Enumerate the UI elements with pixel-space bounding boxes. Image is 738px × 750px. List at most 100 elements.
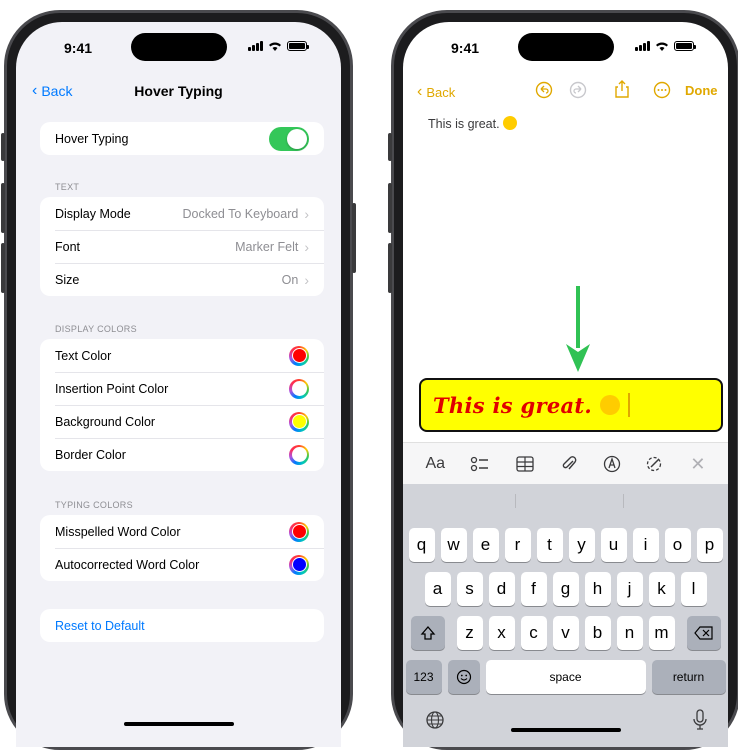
redo-icon[interactable] (569, 81, 587, 99)
key-row-4: 123 space return (403, 660, 728, 694)
hover-typing-toggle[interactable] (269, 126, 309, 151)
row-label: Border Color (55, 447, 126, 462)
key[interactable]: i (632, 528, 659, 562)
shift-key[interactable] (410, 616, 445, 650)
row-label: Background Color (55, 414, 156, 429)
key[interactable]: u (600, 528, 627, 562)
volume-down-button (1, 243, 5, 293)
row-label: Size (55, 272, 80, 287)
key-row-1: q w e r t y u i o p (403, 528, 728, 562)
key[interactable]: s (456, 572, 483, 606)
insertion-point-color-row[interactable]: Insertion Point Color (40, 372, 324, 405)
notes-toolbar: ‹ Back Done (403, 80, 728, 104)
down-arrow-icon (566, 286, 590, 372)
reset-row[interactable]: Reset to Default (40, 609, 324, 642)
more-options-icon[interactable] (653, 81, 671, 99)
key[interactable]: a (424, 572, 451, 606)
numbers-key[interactable]: 123 (405, 660, 442, 694)
display-colors-group: Text Color Insertion Point Color Backgro… (40, 339, 324, 471)
key[interactable]: m (648, 616, 675, 650)
battery-icon (674, 41, 696, 51)
color-well[interactable] (289, 444, 309, 465)
markup-icon[interactable] (603, 455, 621, 473)
key[interactable]: d (488, 572, 515, 606)
color-well[interactable] (289, 378, 309, 399)
color-well[interactable] (289, 554, 309, 575)
key[interactable]: e (472, 528, 499, 562)
suggestion-bar (403, 484, 728, 516)
note-text: This is great. (428, 117, 500, 131)
key[interactable]: v (552, 616, 579, 650)
key[interactable]: x (488, 616, 515, 650)
key[interactable]: c (520, 616, 547, 650)
key[interactable]: p (696, 528, 723, 562)
undo-icon[interactable] (535, 81, 553, 99)
border-color-row[interactable]: Border Color (40, 438, 324, 471)
smiling-face-emoji-icon (600, 395, 621, 415)
background-color-row[interactable]: Background Color (40, 405, 324, 438)
space-key[interactable]: space (485, 660, 646, 694)
emoji-key[interactable] (447, 660, 480, 694)
autocorrected-word-color-row[interactable]: Autocorrected Word Color (40, 548, 324, 581)
hover-typing-label: Hover Typing (55, 131, 129, 146)
row-label: Autocorrected Word Color (55, 557, 200, 572)
reset-to-default-button[interactable]: Reset to Default (55, 619, 145, 633)
back-button[interactable]: ‹ Back (417, 83, 455, 101)
key[interactable]: w (440, 528, 467, 562)
share-icon[interactable] (613, 79, 631, 99)
microphone-icon[interactable] (693, 709, 707, 731)
key[interactable]: q (408, 528, 435, 562)
checklist-icon[interactable] (470, 455, 490, 473)
close-icon[interactable]: ✕ (690, 454, 705, 475)
key[interactable]: n (616, 616, 643, 650)
paperclip-icon[interactable] (560, 455, 578, 473)
format-toolbar: Aa ✕ (403, 442, 728, 485)
color-well[interactable] (289, 521, 309, 542)
hover-typing-group: Hover Typing (40, 122, 324, 155)
row-value: On (281, 272, 299, 287)
key[interactable]: b (584, 616, 611, 650)
right-phone-frame: 9:41 ‹ Back Done This is great. This is … (388, 10, 738, 750)
key[interactable]: l (680, 572, 707, 606)
table-icon[interactable] (515, 455, 535, 473)
key-row-3: z x c v b n m (403, 616, 728, 650)
volume-up-button (1, 183, 5, 233)
size-row[interactable]: Size On › (40, 263, 324, 296)
typing-colors-header: TYPING COLORS (55, 500, 133, 510)
key[interactable]: j (616, 572, 643, 606)
cellular-signal-icon (248, 41, 263, 51)
hover-typing-row: Hover Typing (40, 122, 324, 155)
reset-group: Reset to Default (40, 609, 324, 642)
key[interactable]: g (552, 572, 579, 606)
text-style-button[interactable]: Aa (425, 455, 445, 473)
key[interactable]: o (664, 528, 691, 562)
key[interactable]: r (504, 528, 531, 562)
key[interactable]: f (520, 572, 547, 606)
emoji-icon (456, 669, 471, 685)
done-button[interactable]: Done (685, 83, 718, 98)
return-key[interactable]: return (651, 660, 726, 694)
delete-key[interactable] (686, 616, 721, 650)
color-well[interactable] (289, 411, 309, 432)
chevron-right-icon: › (304, 238, 309, 255)
key[interactable]: h (584, 572, 611, 606)
font-row[interactable]: Font Marker Felt › (40, 230, 324, 263)
home-indicator (123, 722, 234, 726)
battery-icon (287, 41, 309, 51)
color-well[interactable] (289, 345, 309, 366)
wifi-icon (269, 42, 281, 51)
display-mode-row[interactable]: Display Mode Docked To Keyboard › (40, 197, 324, 230)
keyboard: q w e r t y u i o p a s d f g h j k l z … (403, 484, 728, 747)
key[interactable]: y (568, 528, 595, 562)
misspelled-word-color-row[interactable]: Misspelled Word Color (40, 515, 324, 548)
left-phone-frame: 9:41 ‹ Back Hover Typing Hover Typing TE… (1, 10, 356, 750)
text-color-row[interactable]: Text Color (40, 339, 324, 372)
writing-tools-icon[interactable] (645, 455, 665, 473)
key[interactable]: t (536, 528, 563, 562)
row-value: Docked To Keyboard (182, 206, 299, 221)
key[interactable]: z (456, 616, 483, 650)
note-body[interactable]: This is great. (428, 116, 518, 131)
settings-screen: 9:41 ‹ Back Hover Typing Hover Typing TE… (16, 22, 341, 747)
key[interactable]: k (648, 572, 675, 606)
globe-icon[interactable] (425, 710, 445, 730)
